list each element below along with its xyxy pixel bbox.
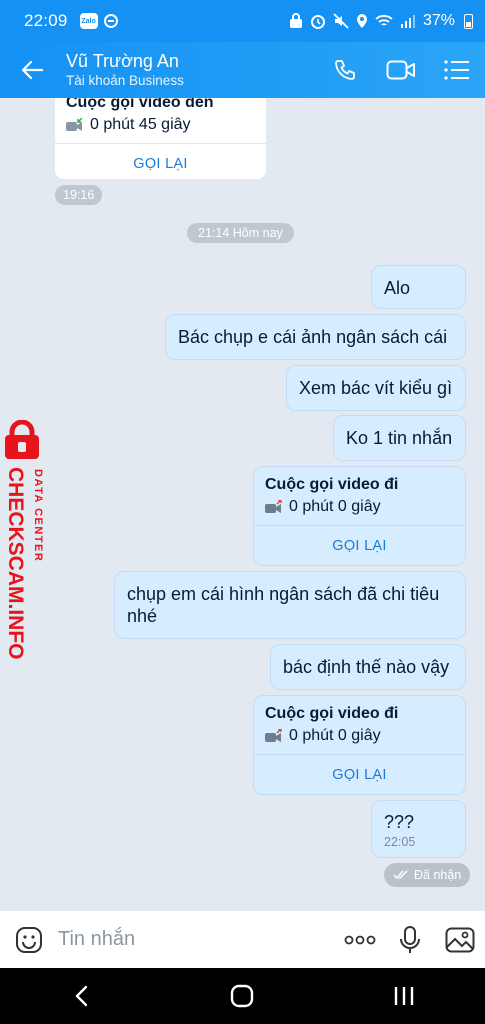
call-title: Cuộc gọi video đi: [265, 705, 399, 722]
microphone-icon: [400, 925, 420, 953]
message-bubble[interactable]: Alo: [371, 265, 466, 309]
video-camera-icon: [386, 60, 415, 80]
system-nav-bar: [0, 968, 485, 1024]
checkscam-watermark-logo: CHECKSCAM.INFO DATA CENTER: [4, 419, 44, 660]
more-dots-icon: [344, 935, 376, 944]
delivery-status-text: Đã nhận: [414, 868, 462, 882]
zalo-notification-icon: Zalo: [79, 13, 98, 29]
signal-icon: [400, 15, 415, 28]
image-icon: [445, 927, 475, 952]
message-bubble[interactable]: Ko 1 tin nhắn: [333, 415, 466, 461]
outgoing-call-card[interactable]: Cuộc gọi video đi 0 phút 0 giây GỌI LẠI: [253, 466, 466, 566]
arrow-left-icon: [21, 60, 43, 80]
call-back-button[interactable]: GỌI LẠI: [254, 525, 465, 565]
message-time: 19:16: [55, 185, 103, 205]
missed-video-call-icon: [265, 500, 282, 513]
double-check-icon: [393, 870, 408, 880]
voice-message-button[interactable]: [385, 911, 435, 969]
date-separator: 21:14 Hôm nay: [187, 223, 294, 243]
message-bubble[interactable]: chụp em cái hình ngân sách đã chi tiêu n…: [114, 571, 466, 639]
delivery-status: Đã nhận: [384, 863, 471, 887]
more-options-button[interactable]: [335, 911, 385, 969]
call-duration: 0 phút 45 giây: [90, 116, 191, 133]
battery-icon: [464, 13, 473, 29]
wifi-icon: [375, 15, 393, 26]
call-back-button[interactable]: GỌI LẠI: [254, 754, 465, 794]
message-input[interactable]: Tin nhắn: [58, 928, 335, 951]
emoji-icon: [16, 926, 42, 953]
call-duration: 0 phút 0 giây: [289, 498, 381, 515]
status-time: 22:09: [24, 11, 68, 30]
nav-back-button[interactable]: [41, 968, 121, 1024]
mute-icon: [333, 13, 349, 29]
contact-name: Vũ Trường An: [66, 51, 179, 71]
voice-call-button[interactable]: [317, 42, 373, 98]
status-bar: 22:09 Zalo 37%: [0, 0, 485, 42]
back-button[interactable]: [0, 42, 64, 98]
chat-header: Vũ Trường An Tài khoản Business: [0, 42, 485, 98]
phone-icon: [335, 60, 355, 80]
nav-home-button[interactable]: [202, 968, 282, 1024]
call-back-button[interactable]: GỌI LẠI: [55, 143, 266, 179]
list-menu-icon: [444, 60, 469, 80]
emoji-button[interactable]: [0, 911, 58, 969]
alarm-lock-icon: [289, 13, 302, 28]
message-bubble[interactable]: bác định thế nào vậy: [270, 644, 466, 690]
message-text: ???: [384, 812, 415, 832]
message-list[interactable]: Cuộc gọi video đến 0 phút 45 giây GỌI LẠ…: [0, 98, 485, 910]
call-title: Cuộc gọi video đi: [265, 476, 399, 493]
image-picker-button[interactable]: [435, 911, 485, 969]
battery-percent: 37%: [422, 12, 455, 29]
alarm-icon: [310, 15, 325, 29]
message-bubble[interactable]: Xem bác vít kiểu gì: [286, 365, 466, 411]
video-call-button[interactable]: [373, 42, 429, 98]
incoming-video-call-icon: [66, 118, 83, 131]
location-icon: [356, 14, 367, 28]
watermark-title: CHECKSCAM.INFO: [4, 467, 27, 660]
composer-bar: Tin nhắn: [0, 910, 485, 968]
contact-subtitle: Tài khoản Business: [66, 73, 184, 88]
chevron-left-icon: [75, 985, 88, 1007]
watermark: CHECKSCAM.INFO DATA CENTER: [2, 419, 52, 660]
message-time: 22:05: [384, 835, 416, 849]
call-duration: 0 phút 0 giây: [289, 727, 381, 744]
call-title: Cuộc gọi video đến: [66, 98, 214, 111]
recents-icon: [394, 987, 414, 1005]
menu-button[interactable]: [429, 42, 485, 98]
watermark-subtitle: DATA CENTER: [32, 469, 44, 562]
nav-recents-button[interactable]: [364, 968, 444, 1024]
home-icon: [231, 984, 254, 1008]
message-bubble-last[interactable]: ??? 22:05: [371, 800, 466, 858]
contact-info[interactable]: Vũ Trường An Tài khoản Business: [66, 50, 184, 90]
missed-video-call-icon: [265, 729, 282, 742]
message-bubble[interactable]: Bác chụp e cái ảnh ngân sách cái: [165, 314, 466, 360]
incoming-call-card[interactable]: Cuộc gọi video đến 0 phút 45 giây GỌI LẠ…: [54, 98, 267, 180]
do-not-disturb-icon: [103, 14, 118, 28]
outgoing-call-card[interactable]: Cuộc gọi video đi 0 phút 0 giây GỌI LẠI: [253, 695, 466, 795]
